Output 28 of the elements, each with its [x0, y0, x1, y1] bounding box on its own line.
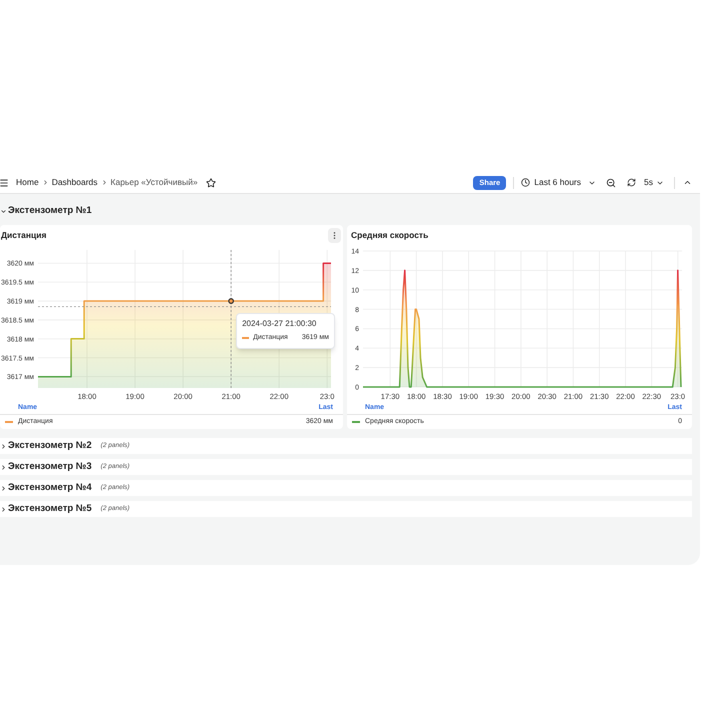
panel-title: Средняя скорость [351, 228, 428, 242]
breadcrumb-link[interactable]: Карьер «Устойчивый» [110, 176, 198, 189]
chevron-up-icon[interactable] [683, 178, 692, 187]
time-range-picker[interactable]: Last 6 hours [521, 176, 596, 189]
refresh-interval-picker[interactable]: 5s [644, 176, 664, 189]
chevron-down-icon [0, 208, 7, 214]
hover-point [228, 298, 234, 304]
tooltip-time: 2024-03-27 21:00:30 [242, 318, 318, 330]
chevron-right-icon [0, 442, 7, 450]
breadcrumb-link[interactable]: Dashboards [52, 176, 98, 189]
panel-menu-button[interactable] [328, 228, 341, 242]
clock-icon [521, 178, 530, 187]
row-toggle[interactable]: Экстензометр №5 [0, 502, 92, 516]
panel-title: Дистанция [1, 228, 46, 242]
star-icon[interactable] [206, 178, 216, 188]
breadcrumb-separator-icon [42, 179, 49, 186]
row-toggle[interactable]: Экстензометр №1 [0, 204, 92, 218]
row-toggle[interactable]: Экстензометр №4 [0, 480, 92, 496]
breadcrumb-link[interactable]: Home [16, 176, 39, 189]
row-toggle[interactable]: Экстензометр №3 [0, 460, 92, 474]
menu-icon[interactable] [0, 178, 9, 188]
chevron-right-icon [0, 484, 7, 492]
breadcrumb-separator-icon [100, 179, 108, 186]
chevron-right-icon [0, 464, 7, 470]
zoom-out-icon[interactable] [606, 178, 616, 188]
row-toggle[interactable]: Экстензометр №2 [0, 438, 92, 454]
refresh-icon[interactable] [627, 178, 636, 187]
chevron-right-icon [0, 506, 7, 512]
